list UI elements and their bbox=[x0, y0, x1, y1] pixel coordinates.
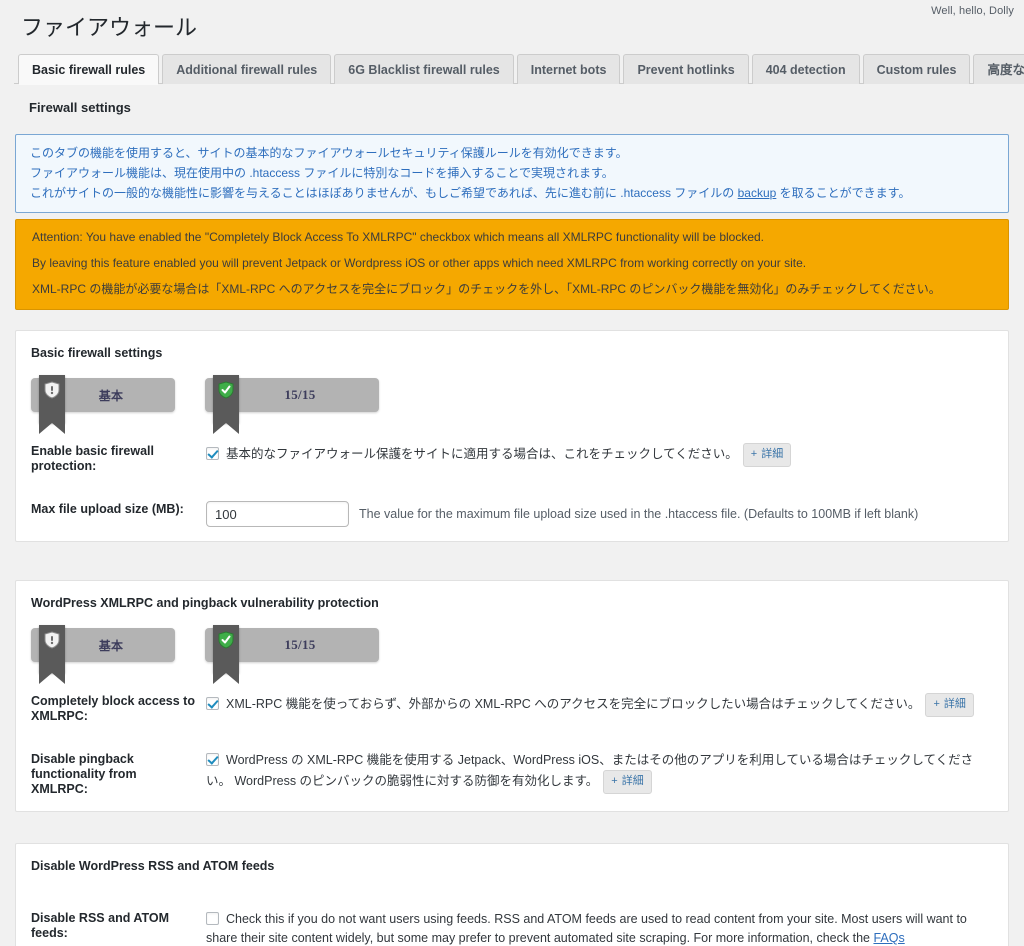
badge-security-level-basic: 基本 bbox=[31, 375, 175, 434]
max-file-upload-size-description: The value for the maximum file upload si… bbox=[359, 507, 919, 521]
more-info-label: 詳細 bbox=[621, 775, 644, 787]
badge-row-xmlrpc: 基本 15/15 bbox=[16, 610, 1008, 684]
more-info-label: 詳細 bbox=[761, 448, 784, 460]
label-disable-pingback: Disable pingback functionality from XMLR… bbox=[31, 752, 137, 796]
badge-label-score: 15/15 bbox=[284, 637, 316, 652]
shield-grey-icon bbox=[44, 631, 60, 649]
panel-basic-firewall-settings: Basic firewall settings 基本 15/15 Enable … bbox=[15, 330, 1009, 542]
tab-prevent-hotlinks[interactable]: Prevent hotlinks bbox=[623, 54, 749, 84]
info-notice-line-3-before: これがサイトの一般的な機能性に影響を与えることはほぼありませんが、もしご希望であ… bbox=[30, 186, 738, 200]
ribbon-shape bbox=[39, 625, 65, 684]
more-info-label: 詳細 bbox=[943, 698, 966, 710]
warning-notice: Attention: You have enabled the "Complet… bbox=[15, 219, 1009, 310]
control-disable-pingback: WordPress の XML-RPC 機能を使用する Jetpack、Word… bbox=[206, 738, 1008, 811]
form-table-feeds: Disable RSS and ATOM feeds: Check this i… bbox=[16, 897, 1008, 946]
panel-xmlrpc-protection: WordPress XMLRPC and pingback vulnerabil… bbox=[15, 580, 1009, 812]
label-block-xmlrpc: Completely block access to XMLRPC: bbox=[31, 694, 195, 723]
row-block-xmlrpc: Completely block access to XMLRPC: XML-R… bbox=[16, 680, 1008, 738]
section-heading: Firewall settings bbox=[29, 100, 131, 115]
tab-additional-firewall-rules[interactable]: Additional firewall rules bbox=[162, 54, 332, 84]
greeting-text: Well, hello, Dolly bbox=[931, 5, 1014, 17]
info-notice-line-2: ファイアウォール機能は、現在使用中の .htaccess ファイルに特別なコード… bbox=[30, 166, 614, 180]
checkbox-label-disable-pingback: WordPress の XML-RPC 機能を使用する Jetpack、Word… bbox=[206, 753, 974, 788]
plus-icon: + bbox=[933, 698, 940, 710]
form-table-xmlrpc: Completely block access to XMLRPC: XML-R… bbox=[16, 680, 1008, 811]
checkbox-label-disable-feeds: Check this if you do not want users usin… bbox=[206, 912, 967, 945]
checkbox-label-block-xmlrpc: XML-RPC 機能を使っておらず、外部からの XML-RPC へのアクセスを完… bbox=[226, 697, 921, 711]
ribbon-shape bbox=[39, 375, 65, 434]
control-disable-feeds: Check this if you do not want users usin… bbox=[206, 897, 1008, 946]
tab-basic-firewall-rules[interactable]: Basic firewall rules bbox=[18, 54, 160, 85]
badge-label-basic: 基本 bbox=[98, 638, 124, 653]
tab-advanced-settings[interactable]: 高度な設定 bbox=[973, 54, 1024, 84]
row-max-file-upload-size: Max file upload size (MB): The value for… bbox=[16, 488, 1008, 541]
panel-title-xmlrpc-protection: WordPress XMLRPC and pingback vulnerabil… bbox=[31, 596, 379, 610]
checkbox-disable-pingback[interactable] bbox=[206, 753, 219, 766]
control-block-xmlrpc: XML-RPC 機能を使っておらず、外部からの XML-RPC へのアクセスを完… bbox=[206, 680, 1008, 738]
checkbox-label-enable-basic-firewall: 基本的なファイアウォール保護をサイトに適用する場合は、これをチェックしてください… bbox=[226, 447, 738, 461]
panel-title-basic-firewall-settings: Basic firewall settings bbox=[31, 346, 163, 360]
faqs-link[interactable]: FAQs bbox=[873, 931, 904, 945]
info-notice-line-1: このタブの機能を使用すると、サイトの基本的なファイアウォールセキュリティ保護ルー… bbox=[30, 146, 628, 160]
tab-bar: Basic firewall rules Additional firewall… bbox=[14, 54, 1024, 85]
checkbox-disable-feeds[interactable] bbox=[206, 912, 219, 925]
warning-notice-line-1: Attention: You have enabled the "Complet… bbox=[32, 230, 765, 244]
panel-title-disable-feeds: Disable WordPress RSS and ATOM feeds bbox=[31, 859, 275, 873]
warning-notice-line-2: By leaving this feature enabled you will… bbox=[32, 256, 807, 270]
badge-row-basic: 基本 15/15 bbox=[16, 360, 1008, 434]
more-info-button-disable-pingback[interactable]: + 詳細 bbox=[603, 770, 652, 794]
info-notice-line-3-after: を取ることができます。 bbox=[776, 186, 911, 200]
shield-green-check-icon bbox=[218, 381, 234, 399]
label-enable-basic-firewall: Enable basic firewall protection: bbox=[31, 444, 154, 473]
info-notice-line-3: これがサイトの一般的な機能性に影響を与えることはほぼありませんが、もしご希望であ… bbox=[30, 184, 996, 202]
control-enable-basic-firewall: 基本的なファイアウォール保護をサイトに適用する場合は、これをチェックしてください… bbox=[206, 430, 1008, 488]
shield-green-check-icon bbox=[218, 631, 234, 649]
info-notice: このタブの機能を使用すると、サイトの基本的なファイアウォールセキュリティ保護ルー… bbox=[15, 134, 1009, 213]
tab-6g-blacklist-firewall-rules[interactable]: 6G Blacklist firewall rules bbox=[334, 54, 514, 84]
htaccess-backup-link[interactable]: backup bbox=[738, 186, 777, 200]
row-disable-feeds: Disable RSS and ATOM feeds: Check this i… bbox=[16, 897, 1008, 946]
badge-label-basic: 基本 bbox=[98, 388, 124, 403]
badge-label-score: 15/15 bbox=[284, 387, 316, 402]
admin-page: Well, hello, Dolly ファイアウォール Basic firewa… bbox=[0, 0, 1024, 946]
control-max-file-upload-size: The value for the maximum file upload si… bbox=[206, 488, 1008, 541]
panel-disable-feeds: Disable WordPress RSS and ATOM feeds Dis… bbox=[15, 843, 1009, 946]
max-file-upload-size-input[interactable] bbox=[206, 501, 349, 527]
plus-icon: + bbox=[611, 775, 618, 787]
more-info-button-block-xmlrpc[interactable]: + 詳細 bbox=[925, 693, 974, 717]
checkbox-enable-basic-firewall[interactable] bbox=[206, 447, 219, 460]
tab-404-detection[interactable]: 404 detection bbox=[751, 54, 860, 84]
label-disable-feeds: Disable RSS and ATOM feeds: bbox=[31, 911, 169, 940]
badge-security-level-basic: 基本 bbox=[31, 625, 175, 684]
ribbon-shape bbox=[213, 625, 239, 684]
label-max-file-upload-size: Max file upload size (MB): bbox=[31, 502, 184, 516]
tab-custom-rules[interactable]: Custom rules bbox=[862, 54, 971, 84]
row-enable-basic-firewall: Enable basic firewall protection: 基本的なファ… bbox=[16, 430, 1008, 488]
more-info-button-enable-basic-firewall[interactable]: + 詳細 bbox=[742, 443, 792, 467]
form-table-basic: Enable basic firewall protection: 基本的なファ… bbox=[16, 430, 1008, 541]
row-disable-pingback: Disable pingback functionality from XMLR… bbox=[16, 738, 1008, 811]
plus-icon: + bbox=[750, 448, 758, 460]
page-title: ファイアウォール bbox=[21, 15, 198, 40]
warning-notice-line-3: XML-RPC の機能が必要な場合は「XML-RPC へのアクセスを完全にブロッ… bbox=[32, 282, 941, 296]
tab-internet-bots[interactable]: Internet bots bbox=[516, 54, 621, 84]
ribbon-shape bbox=[213, 375, 239, 434]
tab-list: Basic firewall rules Additional firewall… bbox=[18, 54, 1024, 85]
badge-score: 15/15 bbox=[205, 375, 379, 434]
checkbox-block-xmlrpc[interactable] bbox=[206, 697, 219, 710]
badge-score: 15/15 bbox=[205, 625, 379, 684]
shield-grey-icon bbox=[44, 381, 60, 399]
